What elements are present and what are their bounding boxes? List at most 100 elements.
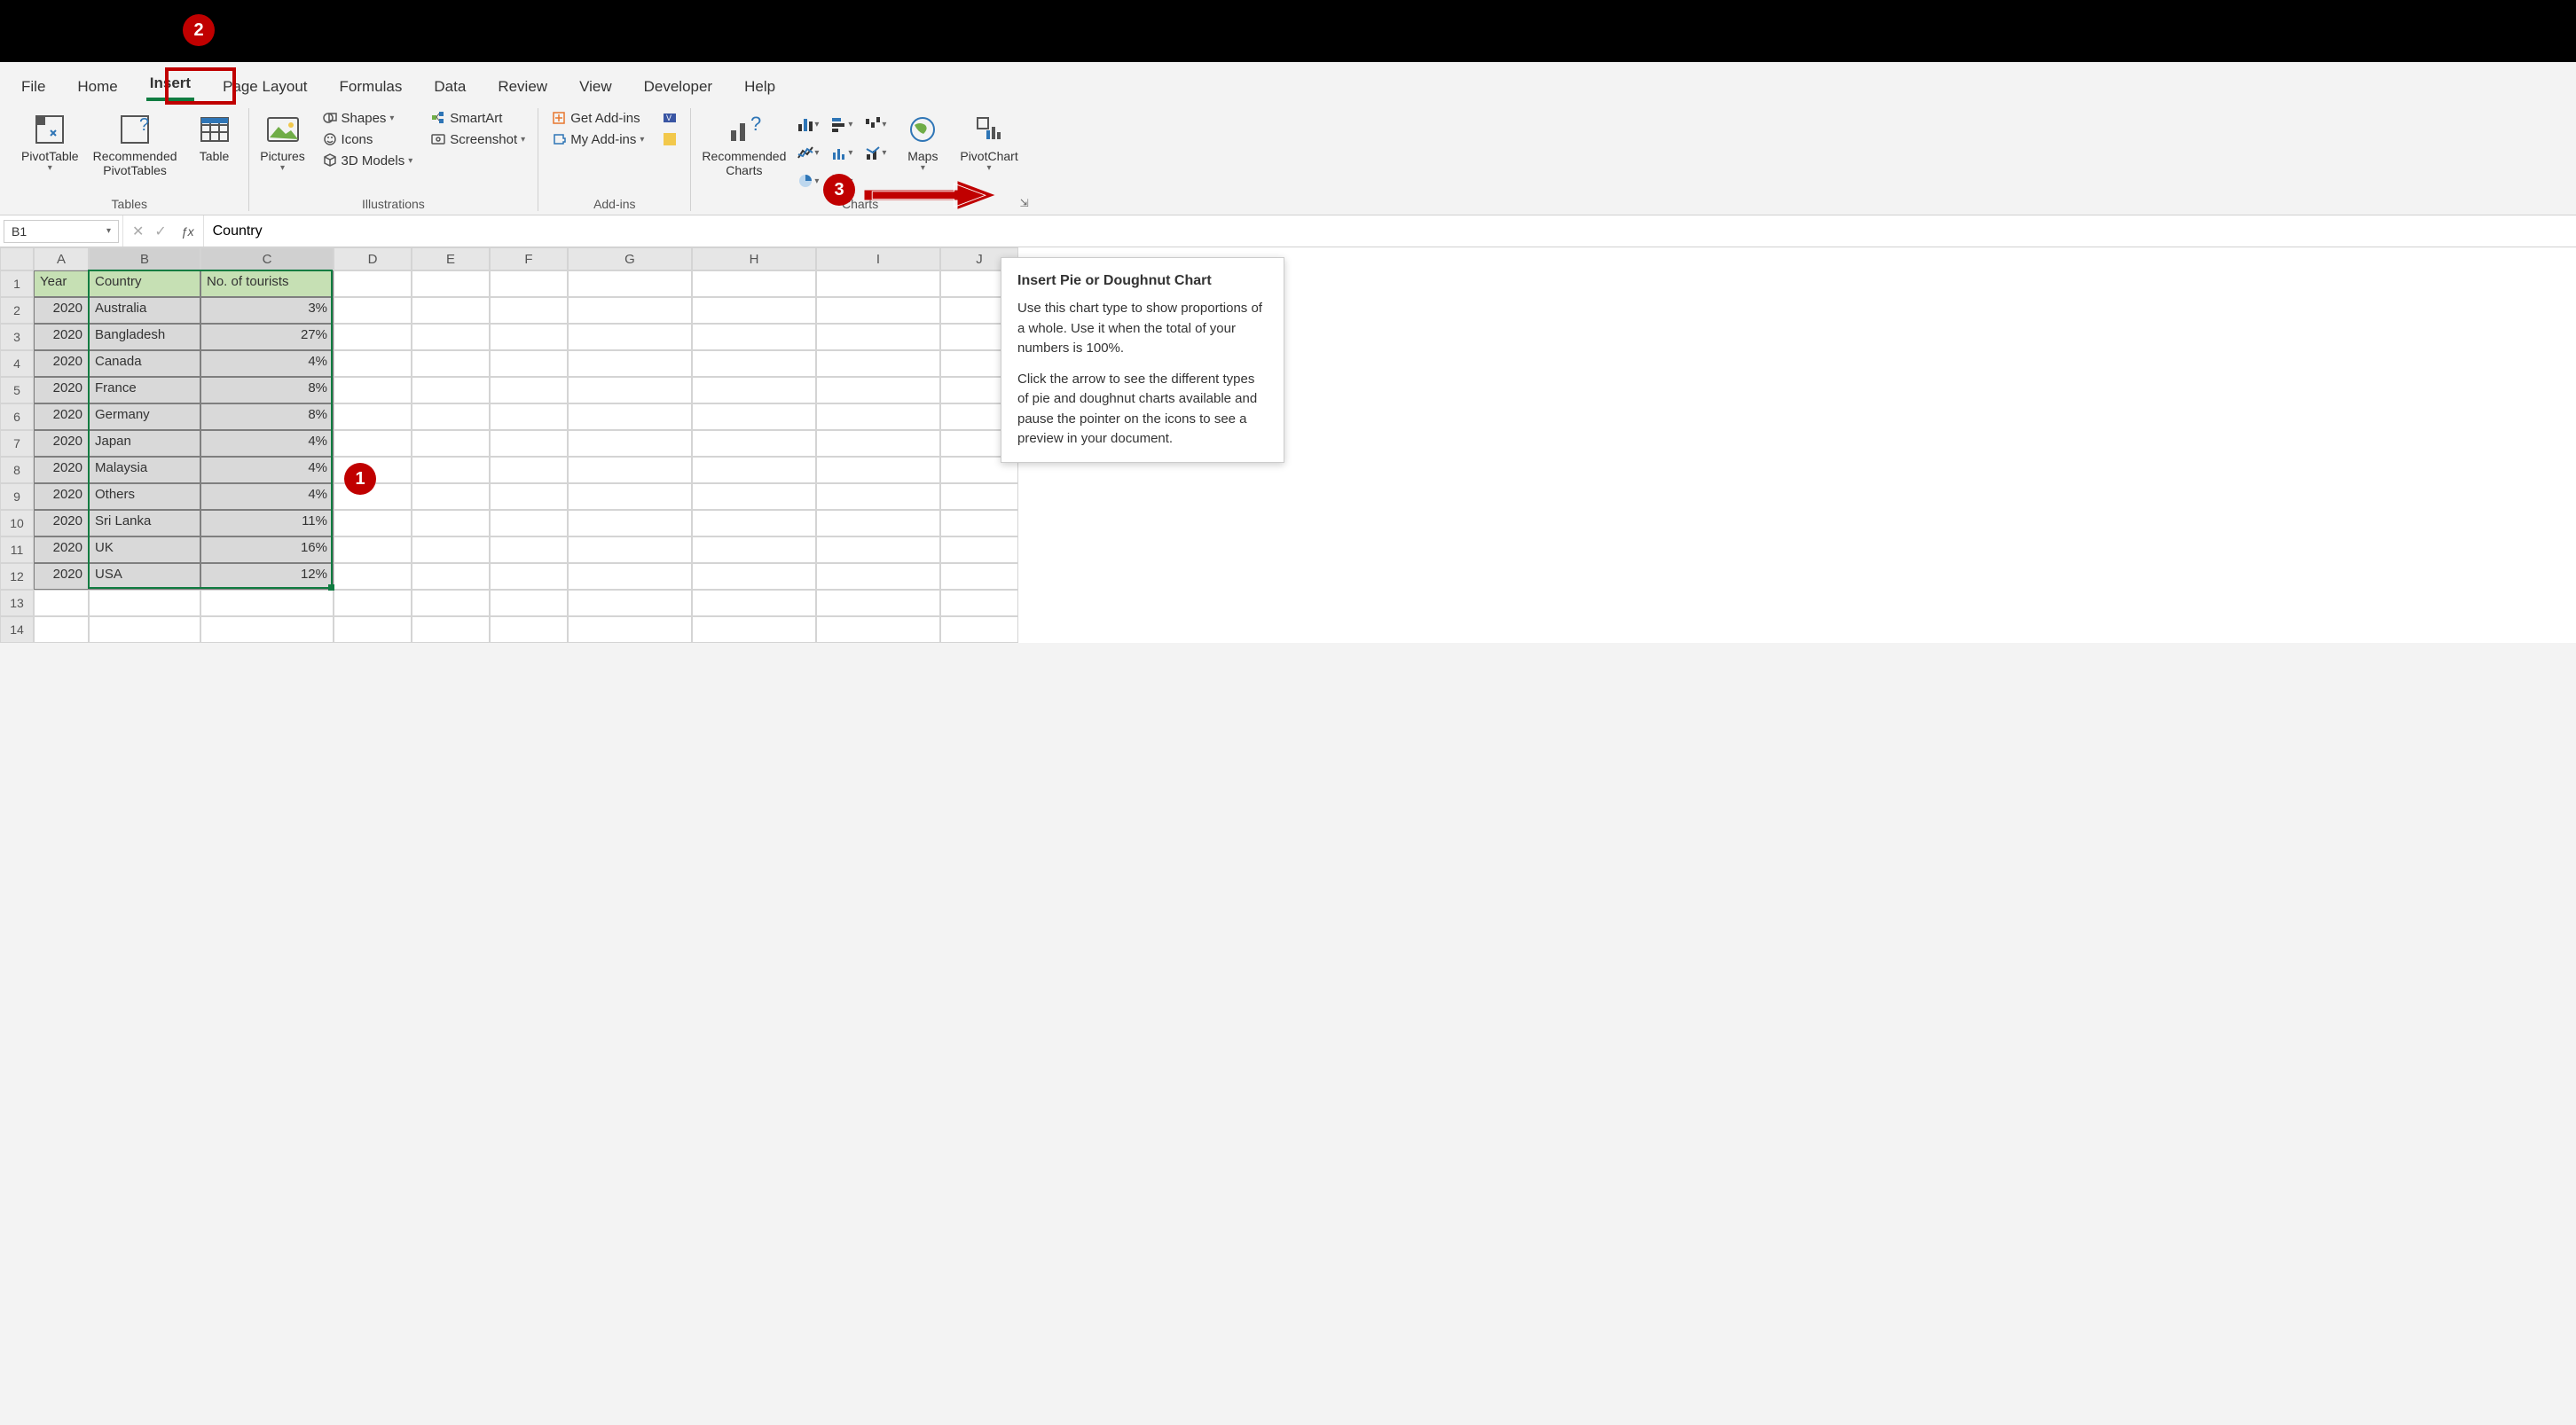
cell[interactable] xyxy=(412,324,490,350)
cell[interactable] xyxy=(490,403,568,430)
cell[interactable]: 2020 xyxy=(34,510,89,536)
tab-data[interactable]: Data xyxy=(430,73,469,101)
cell[interactable] xyxy=(692,297,816,324)
cell[interactable] xyxy=(412,297,490,324)
row-header[interactable]: 5 xyxy=(0,377,34,403)
cell[interactable] xyxy=(568,510,692,536)
bing-addin-button[interactable] xyxy=(656,129,683,149)
cell[interactable]: Others xyxy=(89,483,200,510)
cell[interactable] xyxy=(490,350,568,377)
row-header[interactable]: 7 xyxy=(0,430,34,457)
cell[interactable]: 27% xyxy=(200,324,334,350)
cell[interactable] xyxy=(334,563,412,590)
column-header-B[interactable]: B xyxy=(89,247,200,270)
tab-home[interactable]: Home xyxy=(74,73,121,101)
cell[interactable] xyxy=(490,590,568,616)
cell[interactable] xyxy=(940,510,1018,536)
tab-file[interactable]: File xyxy=(18,73,49,101)
cell[interactable] xyxy=(490,324,568,350)
cell[interactable] xyxy=(568,563,692,590)
cell[interactable] xyxy=(816,590,940,616)
shapes-button[interactable]: Shapes ▾ xyxy=(317,108,419,128)
column-header-E[interactable]: E xyxy=(412,247,490,270)
cell[interactable]: USA xyxy=(89,563,200,590)
cell[interactable] xyxy=(692,430,816,457)
row-header[interactable]: 6 xyxy=(0,403,34,430)
cell[interactable]: 2020 xyxy=(34,536,89,563)
charts-dialog-launcher[interactable]: ⇲ xyxy=(1020,197,1029,209)
statistic-chart-button[interactable]: ▾ xyxy=(830,144,855,161)
pivotchart-button[interactable]: PivotChart ▾ xyxy=(956,108,1021,176)
row-header[interactable]: 12 xyxy=(0,563,34,590)
cell[interactable] xyxy=(940,483,1018,510)
cell[interactable] xyxy=(816,350,940,377)
cell[interactable] xyxy=(568,457,692,483)
cell[interactable] xyxy=(692,457,816,483)
row-header[interactable]: 14 xyxy=(0,616,34,643)
cell[interactable] xyxy=(568,430,692,457)
tab-view[interactable]: View xyxy=(576,73,616,101)
cell[interactable] xyxy=(692,616,816,643)
cell[interactable] xyxy=(940,616,1018,643)
cell[interactable] xyxy=(89,616,200,643)
cell[interactable]: 2020 xyxy=(34,377,89,403)
formula-input[interactable] xyxy=(204,218,2576,245)
cell[interactable]: France xyxy=(89,377,200,403)
cell[interactable] xyxy=(692,590,816,616)
row-header[interactable]: 9 xyxy=(0,483,34,510)
cell[interactable]: 4% xyxy=(200,430,334,457)
cell[interactable] xyxy=(568,403,692,430)
cell[interactable] xyxy=(940,563,1018,590)
cell[interactable] xyxy=(816,536,940,563)
cell[interactable] xyxy=(34,616,89,643)
cell[interactable] xyxy=(692,270,816,297)
column-header-F[interactable]: F xyxy=(490,247,568,270)
enter-icon[interactable]: ✓ xyxy=(154,223,166,240)
cell[interactable]: 8% xyxy=(200,403,334,430)
cell[interactable] xyxy=(334,350,412,377)
pivottable-button[interactable]: PivotTable ▾ xyxy=(18,108,82,176)
cell[interactable] xyxy=(816,297,940,324)
cell[interactable] xyxy=(568,297,692,324)
cell[interactable] xyxy=(334,510,412,536)
cell[interactable] xyxy=(490,297,568,324)
cell[interactable] xyxy=(568,350,692,377)
cell[interactable] xyxy=(412,350,490,377)
cell[interactable] xyxy=(940,590,1018,616)
visio-addin-button[interactable]: V xyxy=(656,108,683,128)
cell[interactable] xyxy=(692,324,816,350)
line-chart-button[interactable]: ▾ xyxy=(797,144,821,161)
cell[interactable] xyxy=(940,536,1018,563)
cell[interactable] xyxy=(334,430,412,457)
cell[interactable] xyxy=(490,270,568,297)
screenshot-button[interactable]: Screenshot ▾ xyxy=(425,129,530,149)
worksheet-grid[interactable]: 1234567891011121314 ABCDEFGHIJ YearCount… xyxy=(0,247,2576,643)
cell[interactable]: Australia xyxy=(89,297,200,324)
icons-button[interactable]: Icons xyxy=(317,129,419,149)
row-header[interactable]: 1 xyxy=(0,270,34,297)
cell[interactable]: 3% xyxy=(200,297,334,324)
cell[interactable]: UK xyxy=(89,536,200,563)
cell[interactable] xyxy=(334,297,412,324)
cell[interactable] xyxy=(412,457,490,483)
cell[interactable] xyxy=(816,377,940,403)
combo-chart-button[interactable]: ▾ xyxy=(864,144,889,161)
cell[interactable]: No. of tourists xyxy=(200,270,334,297)
cell[interactable]: 4% xyxy=(200,483,334,510)
cancel-icon[interactable]: ✕ xyxy=(132,223,144,240)
cell[interactable] xyxy=(816,403,940,430)
cell[interactable] xyxy=(692,483,816,510)
cell[interactable]: 2020 xyxy=(34,483,89,510)
cell[interactable] xyxy=(490,483,568,510)
row-header[interactable]: 3 xyxy=(0,324,34,350)
cell[interactable] xyxy=(692,403,816,430)
cell[interactable] xyxy=(568,270,692,297)
cell[interactable] xyxy=(816,563,940,590)
my-addins-button[interactable]: My Add-ins ▾ xyxy=(546,129,649,149)
cell[interactable] xyxy=(334,616,412,643)
column-header-G[interactable]: G xyxy=(568,247,692,270)
column-chart-button[interactable]: ▾ xyxy=(797,115,821,133)
tab-developer[interactable]: Developer xyxy=(640,73,717,101)
row-header[interactable]: 8 xyxy=(0,457,34,483)
cell[interactable] xyxy=(200,590,334,616)
